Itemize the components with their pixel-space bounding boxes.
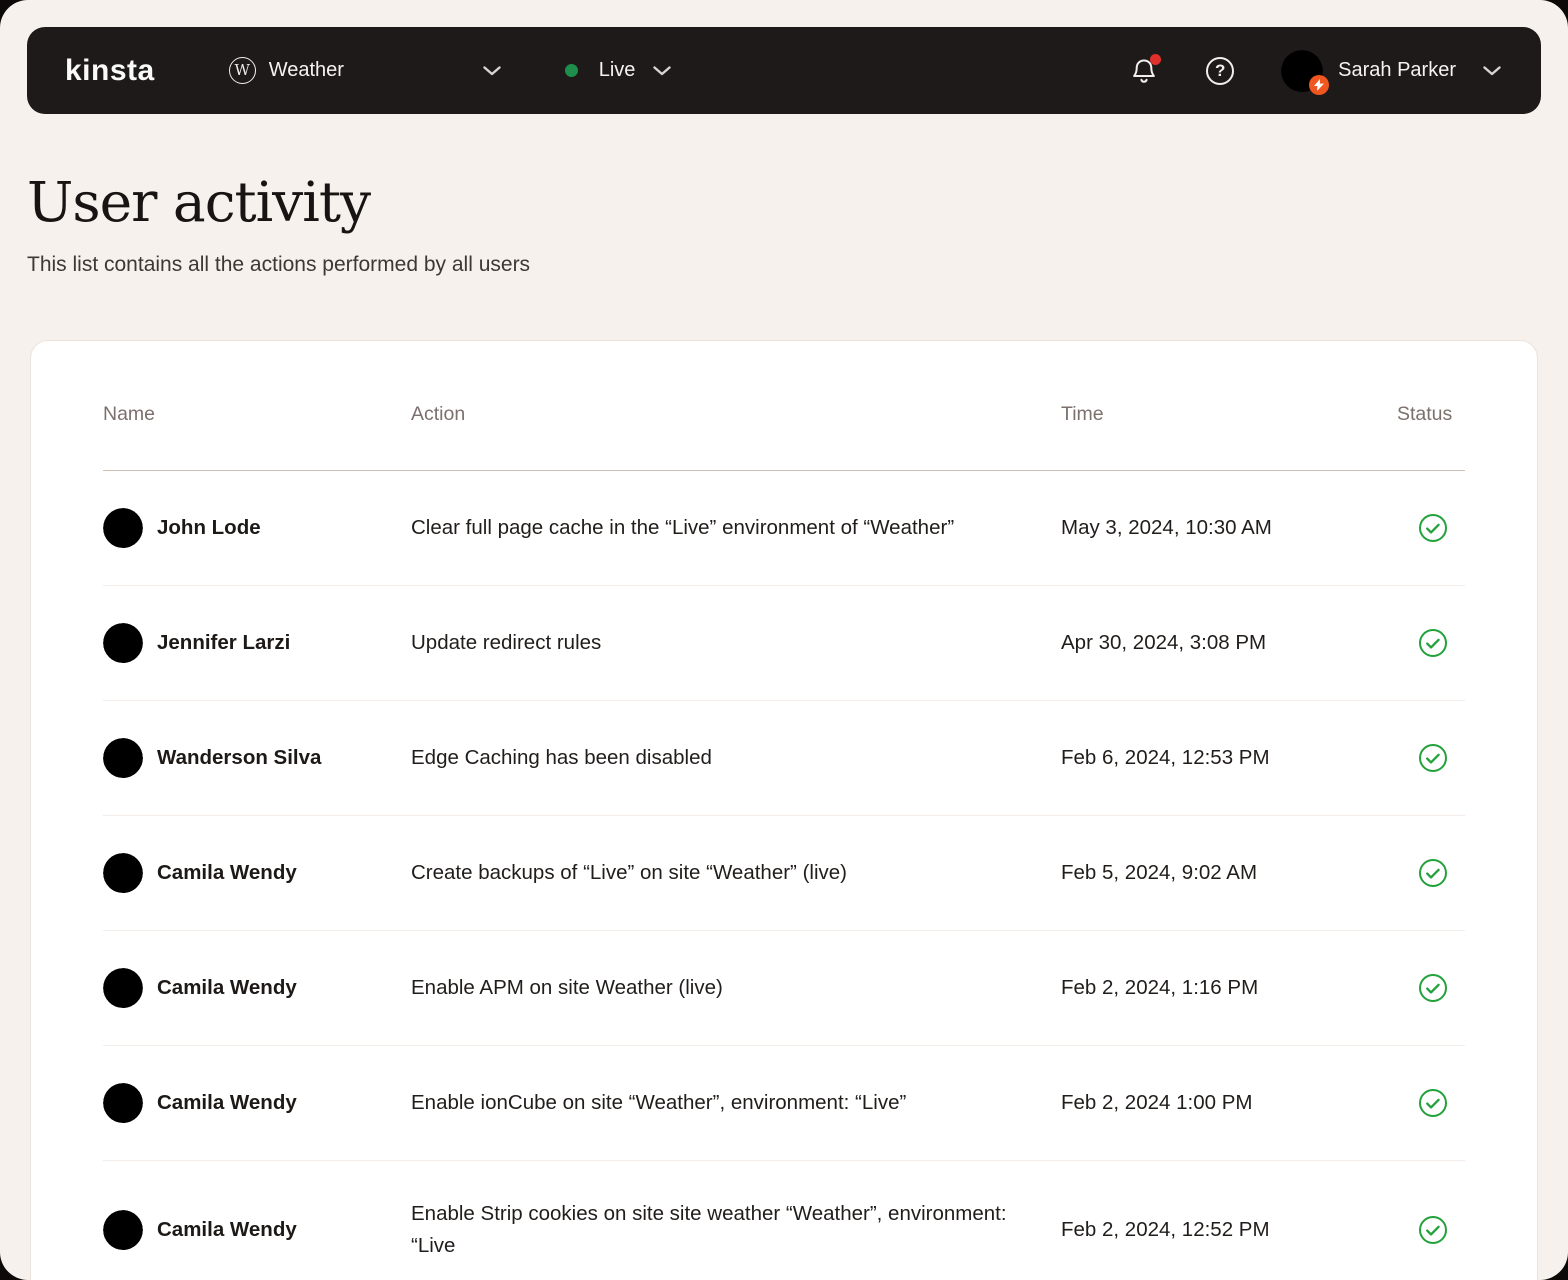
chevron-down-icon bbox=[653, 66, 671, 76]
table-header-row: Name Action Time Status bbox=[103, 341, 1465, 471]
page-subtitle: This list contains all the actions perfo… bbox=[27, 253, 530, 277]
action-text: Edge Caching has been disabled bbox=[411, 742, 1061, 774]
site-selector-label: Weather bbox=[269, 59, 483, 82]
time-text: Feb 5, 2024, 9:02 AM bbox=[1061, 857, 1397, 889]
success-check-icon bbox=[1418, 973, 1448, 1003]
notifications-button[interactable] bbox=[1131, 57, 1157, 85]
kinsta-logo: kinsta bbox=[65, 54, 155, 88]
action-text: Enable ionCube on site “Weather”, enviro… bbox=[411, 1087, 1061, 1119]
avatar bbox=[103, 508, 143, 548]
success-check-icon bbox=[1418, 628, 1448, 658]
success-check-icon bbox=[1418, 858, 1448, 888]
table-row: John Lode Clear full page cache in the “… bbox=[103, 471, 1465, 586]
action-text: Enable Strip cookies on site site weathe… bbox=[411, 1198, 1061, 1262]
avatar bbox=[103, 1210, 143, 1250]
environment-status-dot bbox=[565, 64, 578, 77]
avatar bbox=[103, 968, 143, 1008]
help-button[interactable]: ? bbox=[1206, 57, 1234, 85]
action-text: Create backups of “Live” on site “Weathe… bbox=[411, 857, 1061, 889]
user-name: Wanderson Silva bbox=[157, 742, 321, 774]
column-header-time: Time bbox=[1061, 403, 1397, 426]
avatar bbox=[103, 853, 143, 893]
success-check-icon bbox=[1418, 513, 1448, 543]
user-name: Camila Wendy bbox=[157, 972, 297, 1004]
time-text: May 3, 2024, 10:30 AM bbox=[1061, 512, 1397, 544]
chevron-down-icon bbox=[1483, 66, 1501, 76]
action-text: Update redirect rules bbox=[411, 627, 1061, 659]
user-activity-card: Name Action Time Status John Lode Clear … bbox=[30, 340, 1538, 1280]
environment-selector-dropdown[interactable]: Live bbox=[565, 59, 672, 82]
lightning-badge-icon bbox=[1309, 75, 1329, 95]
table-row: Camila Wendy Enable ionCube on site “Wea… bbox=[103, 1046, 1465, 1161]
table-row: Jennifer Larzi Update redirect rules Apr… bbox=[103, 586, 1465, 701]
site-selector-dropdown[interactable]: W Weather bbox=[229, 57, 501, 84]
user-name: Camila Wendy bbox=[157, 1087, 297, 1119]
success-check-icon bbox=[1418, 1088, 1448, 1118]
environment-label: Live bbox=[599, 59, 636, 82]
user-name: Camila Wendy bbox=[157, 857, 297, 889]
avatar bbox=[103, 738, 143, 778]
top-navbar: kinsta W Weather Live ? bbox=[27, 27, 1541, 114]
table-row: Camila Wendy Create backups of “Live” on… bbox=[103, 816, 1465, 931]
wordpress-icon: W bbox=[229, 57, 256, 84]
time-text: Feb 6, 2024, 12:53 PM bbox=[1061, 742, 1397, 774]
user-avatar bbox=[1281, 50, 1323, 92]
column-header-action: Action bbox=[411, 403, 1061, 426]
table-row: Camila Wendy Enable APM on site Weather … bbox=[103, 931, 1465, 1046]
time-text: Feb 2, 2024, 12:52 PM bbox=[1061, 1214, 1397, 1246]
notification-unread-dot bbox=[1150, 54, 1161, 65]
avatar bbox=[103, 623, 143, 663]
time-text: Feb 2, 2024 1:00 PM bbox=[1061, 1087, 1397, 1119]
page-title: User activity bbox=[27, 170, 370, 234]
column-header-status: Status bbox=[1397, 403, 1469, 426]
app-page: kinsta W Weather Live ? bbox=[0, 0, 1568, 1280]
chevron-down-icon bbox=[483, 66, 501, 76]
user-menu[interactable]: Sarah Parker bbox=[1281, 50, 1501, 92]
user-name: Sarah Parker bbox=[1338, 59, 1456, 82]
column-header-name: Name bbox=[103, 403, 411, 426]
time-text: Apr 30, 2024, 3:08 PM bbox=[1061, 627, 1397, 659]
time-text: Feb 2, 2024, 1:16 PM bbox=[1061, 972, 1397, 1004]
action-text: Enable APM on site Weather (live) bbox=[411, 972, 1061, 1004]
table-row: Camila Wendy Enable Strip cookies on sit… bbox=[103, 1161, 1465, 1280]
user-name: Jennifer Larzi bbox=[157, 627, 290, 659]
user-name: John Lode bbox=[157, 512, 261, 544]
success-check-icon bbox=[1418, 1215, 1448, 1245]
avatar bbox=[103, 1083, 143, 1123]
navbar-right-group: ? Sarah Parker bbox=[1131, 50, 1501, 92]
success-check-icon bbox=[1418, 743, 1448, 773]
user-name: Camila Wendy bbox=[157, 1214, 297, 1246]
table-row: Wanderson Silva Edge Caching has been di… bbox=[103, 701, 1465, 816]
action-text: Clear full page cache in the “Live” envi… bbox=[411, 512, 1061, 544]
